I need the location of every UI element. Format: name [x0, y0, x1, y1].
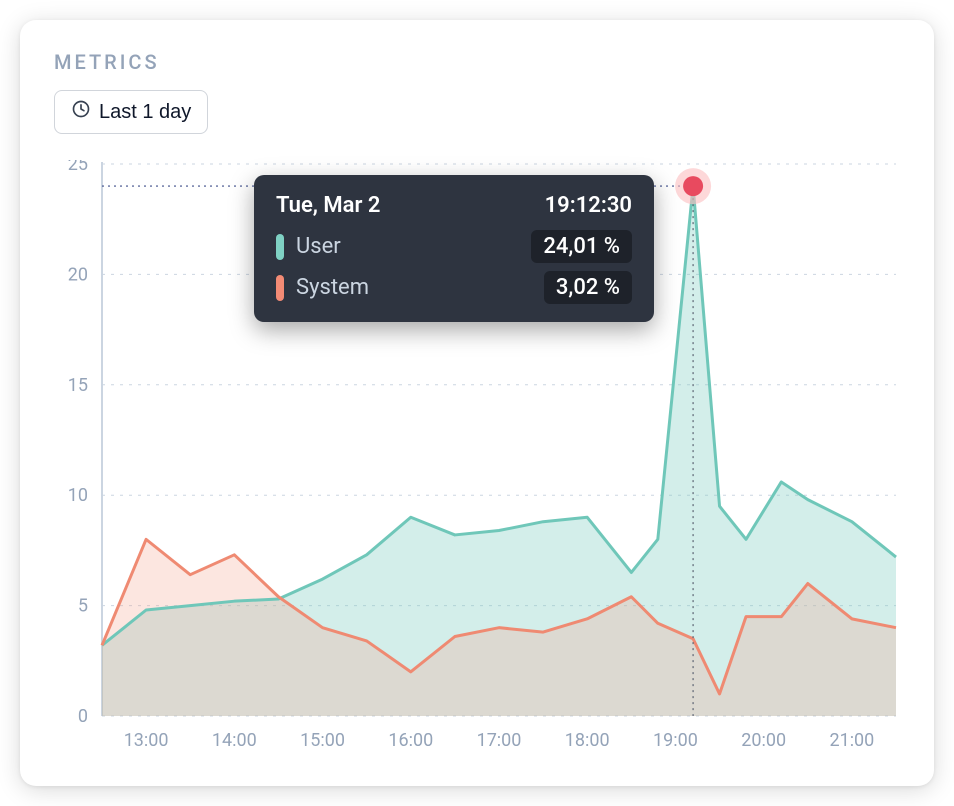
tooltip-label-system: System — [296, 275, 532, 300]
metrics-card: METRICS Last 1 day 0 5 10 15 20 25 13:00 14:00… — [20, 20, 934, 786]
time-range-button[interactable]: Last 1 day — [54, 90, 208, 134]
clock-icon — [71, 99, 91, 125]
svg-text:0: 0 — [78, 706, 88, 727]
tooltip-value-system: 3,02 % — [544, 271, 632, 304]
svg-text:13:00: 13:00 — [124, 730, 169, 751]
chart-area[interactable]: 0 5 10 15 20 25 13:00 14:00 15:00 16:00 17:00 18:0… — [54, 160, 900, 756]
swatch-system — [276, 275, 284, 301]
card-title: METRICS — [54, 50, 900, 74]
tooltip-row-user: User 24,01 % — [276, 230, 632, 263]
tooltip-row-system: System 3,02 % — [276, 271, 632, 304]
svg-text:15:00: 15:00 — [300, 730, 345, 751]
svg-text:17:00: 17:00 — [477, 730, 522, 751]
svg-text:10: 10 — [68, 485, 88, 506]
svg-text:16:00: 16:00 — [388, 730, 433, 751]
svg-text:20:00: 20:00 — [741, 730, 786, 751]
swatch-user — [276, 234, 284, 260]
tooltip-label-user: User — [296, 234, 519, 259]
svg-text:5: 5 — [78, 596, 88, 617]
time-range-label: Last 1 day — [99, 101, 191, 124]
svg-text:25: 25 — [68, 160, 88, 175]
tooltip-date: Tue, Mar 2 — [276, 193, 380, 218]
svg-text:21:00: 21:00 — [829, 730, 874, 751]
tooltip-value-user: 24,01 % — [531, 230, 632, 263]
svg-text:20: 20 — [68, 264, 88, 285]
svg-text:14:00: 14:00 — [212, 730, 257, 751]
chart-tooltip: Tue, Mar 2 19:12:30 User 24,01 % System … — [254, 175, 654, 322]
svg-text:15: 15 — [68, 375, 88, 396]
svg-text:18:00: 18:00 — [565, 730, 610, 751]
svg-text:19:00: 19:00 — [653, 730, 698, 751]
tooltip-time: 19:12:30 — [545, 193, 632, 218]
